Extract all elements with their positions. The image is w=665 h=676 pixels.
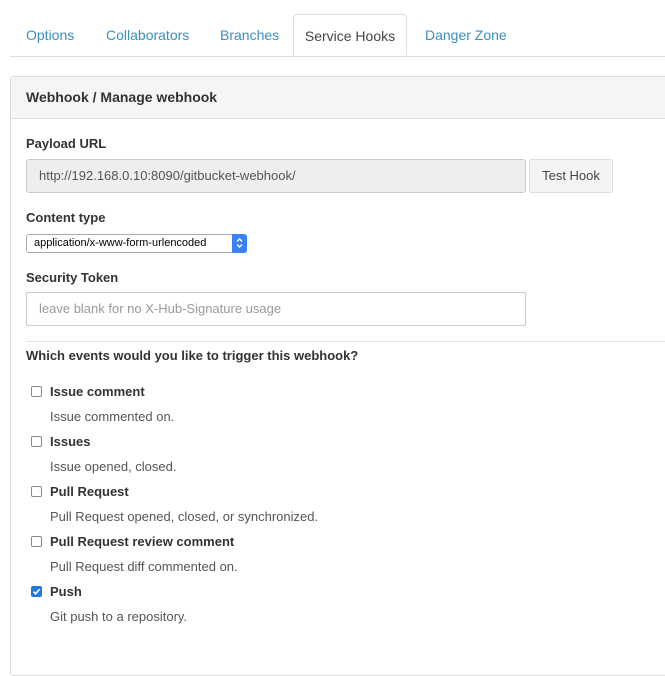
security-token-label: Security Token (26, 270, 119, 285)
tab-options[interactable]: Options (26, 14, 74, 56)
payload-url-input[interactable]: http://192.168.0.10:8090/gitbucket-webho… (26, 159, 526, 193)
event-desc-pr-review-comment: Pull Request diff commented on. (50, 559, 238, 574)
checkmark-icon (32, 588, 41, 595)
issues-checkbox[interactable] (31, 436, 42, 447)
event-name-issue-comment: Issue comment (50, 384, 145, 399)
event-desc-pull-request: Pull Request opened, closed, or synchron… (50, 509, 319, 524)
event-desc-issues: Issue opened, closed. (50, 459, 177, 474)
content-type-select[interactable]: application/x-www-form-urlencoded (26, 234, 247, 253)
content-type-value: application/x-www-form-urlencoded (34, 237, 207, 249)
event-name-pr-review-comment: Pull Request review comment (50, 534, 235, 549)
test-hook-button[interactable]: Test Hook (529, 159, 613, 193)
event-name-push: Push (50, 584, 82, 599)
payload-url-label: Payload URL (26, 136, 107, 151)
issue-comment-checkbox[interactable] (31, 386, 42, 397)
settings-tabs: Options Collaborators Branches Service H… (10, 14, 665, 57)
events-question: Which events would you like to trigger t… (26, 348, 359, 363)
divider (26, 341, 665, 342)
tab-service-hooks[interactable]: Service Hooks (293, 14, 407, 56)
webhook-panel: Webhook / Manage webhook Payload URL htt… (10, 76, 665, 676)
panel-heading: Webhook / Manage webhook (11, 77, 665, 119)
tab-collaborators[interactable]: Collaborators (106, 14, 189, 56)
panel-title: Webhook / Manage webhook (26, 89, 218, 105)
tab-branches[interactable]: Branches (220, 14, 279, 56)
event-desc-push: Git push to a repository. (50, 609, 188, 624)
push-checkbox[interactable] (31, 586, 42, 597)
pull-request-checkbox[interactable] (31, 486, 42, 497)
tab-danger-zone[interactable]: Danger Zone (425, 14, 507, 56)
select-arrows-icon (232, 234, 247, 253)
security-token-input[interactable]: leave blank for no X-Hub-Signature usage (26, 292, 526, 326)
event-name-issues: Issues (50, 434, 91, 449)
pr-review-comment-checkbox[interactable] (31, 536, 42, 547)
event-name-pull-request: Pull Request (50, 484, 129, 499)
content-type-label: Content type (26, 210, 106, 225)
event-desc-issue-comment: Issue commented on. (50, 409, 175, 424)
